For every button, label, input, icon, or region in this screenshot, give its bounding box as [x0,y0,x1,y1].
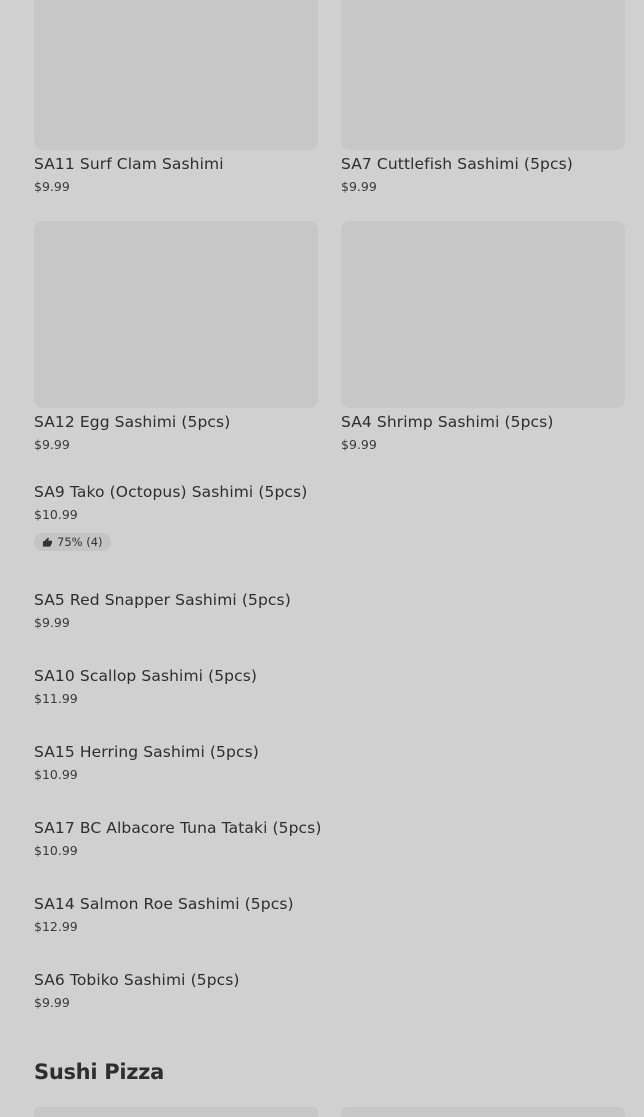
thumbs-up-icon [42,536,53,547]
item-price: $9.99 [34,615,70,630]
item-price: $9.99 [34,437,70,452]
item-price: $11.99 [34,691,78,706]
item-name: SA5 Red Snapper Sashimi (5pcs) [34,591,291,609]
item-name: SA4 Shrimp Sashimi (5pcs) [341,413,554,431]
rating-text: 75% (4) [57,535,103,549]
menu-item-row[interactable]: SA6 Tobiko Sashimi (5pcs) $9.99 [34,966,624,1010]
item-price: $10.99 [34,507,78,522]
item-price: $9.99 [341,437,377,452]
menu-item-row[interactable]: SA9 Tako (Octopus) Sashimi (5pcs) $10.99… [34,478,624,552]
menu-item-row[interactable]: SA14 Salmon Roe Sashimi (5pcs) $12.99 [34,890,624,934]
menu-item-card[interactable]: SA4 Shrimp Sashimi (5pcs) $9.99 [341,221,625,452]
item-name: SA11 Surf Clam Sashimi [34,155,224,173]
rating-badge: 75% (4) [34,533,111,551]
item-name: SA6 Tobiko Sashimi (5pcs) [34,971,240,989]
item-price: $9.99 [34,995,70,1010]
menu-item-row[interactable]: SA10 Scallop Sashimi (5pcs) $11.99 [34,662,624,706]
item-name: SA17 BC Albacore Tuna Tataki (5pcs) [34,819,322,837]
item-name: SA14 Salmon Roe Sashimi (5pcs) [34,895,294,913]
menu-item-row[interactable]: SA5 Red Snapper Sashimi (5pcs) $9.99 [34,586,624,630]
menu-item-card[interactable]: SA7 Cuttlefish Sashimi (5pcs) $9.99 [341,0,625,194]
item-name: SA7 Cuttlefish Sashimi (5pcs) [341,155,573,173]
section-title: Sushi Pizza [34,1060,164,1084]
item-image [34,0,318,150]
item-name: SA15 Herring Sashimi (5pcs) [34,743,259,761]
item-price: $9.99 [341,179,377,194]
item-image [341,221,625,408]
menu-item-card[interactable]: SA11 Surf Clam Sashimi $9.99 [34,0,318,194]
menu-item-row[interactable]: SA17 BC Albacore Tuna Tataki (5pcs) $10.… [34,814,624,858]
item-image [341,0,625,150]
menu-item-row[interactable]: SA15 Herring Sashimi (5pcs) $10.99 [34,738,624,782]
item-image[interactable] [34,1107,318,1117]
item-image[interactable] [341,1107,625,1117]
menu-page: SA11 Surf Clam Sashimi $9.99 SA7 Cuttlef… [0,0,644,1117]
menu-item-card[interactable]: SA12 Egg Sashimi (5pcs) $9.99 [34,221,318,452]
item-price: $12.99 [34,919,78,934]
item-price: $10.99 [34,767,78,782]
item-name: SA10 Scallop Sashimi (5pcs) [34,667,258,685]
item-price: $9.99 [34,179,70,194]
item-image [34,221,318,408]
item-name: SA12 Egg Sashimi (5pcs) [34,413,231,431]
item-price: $10.99 [34,843,78,858]
item-name: SA9 Tako (Octopus) Sashimi (5pcs) [34,483,308,501]
